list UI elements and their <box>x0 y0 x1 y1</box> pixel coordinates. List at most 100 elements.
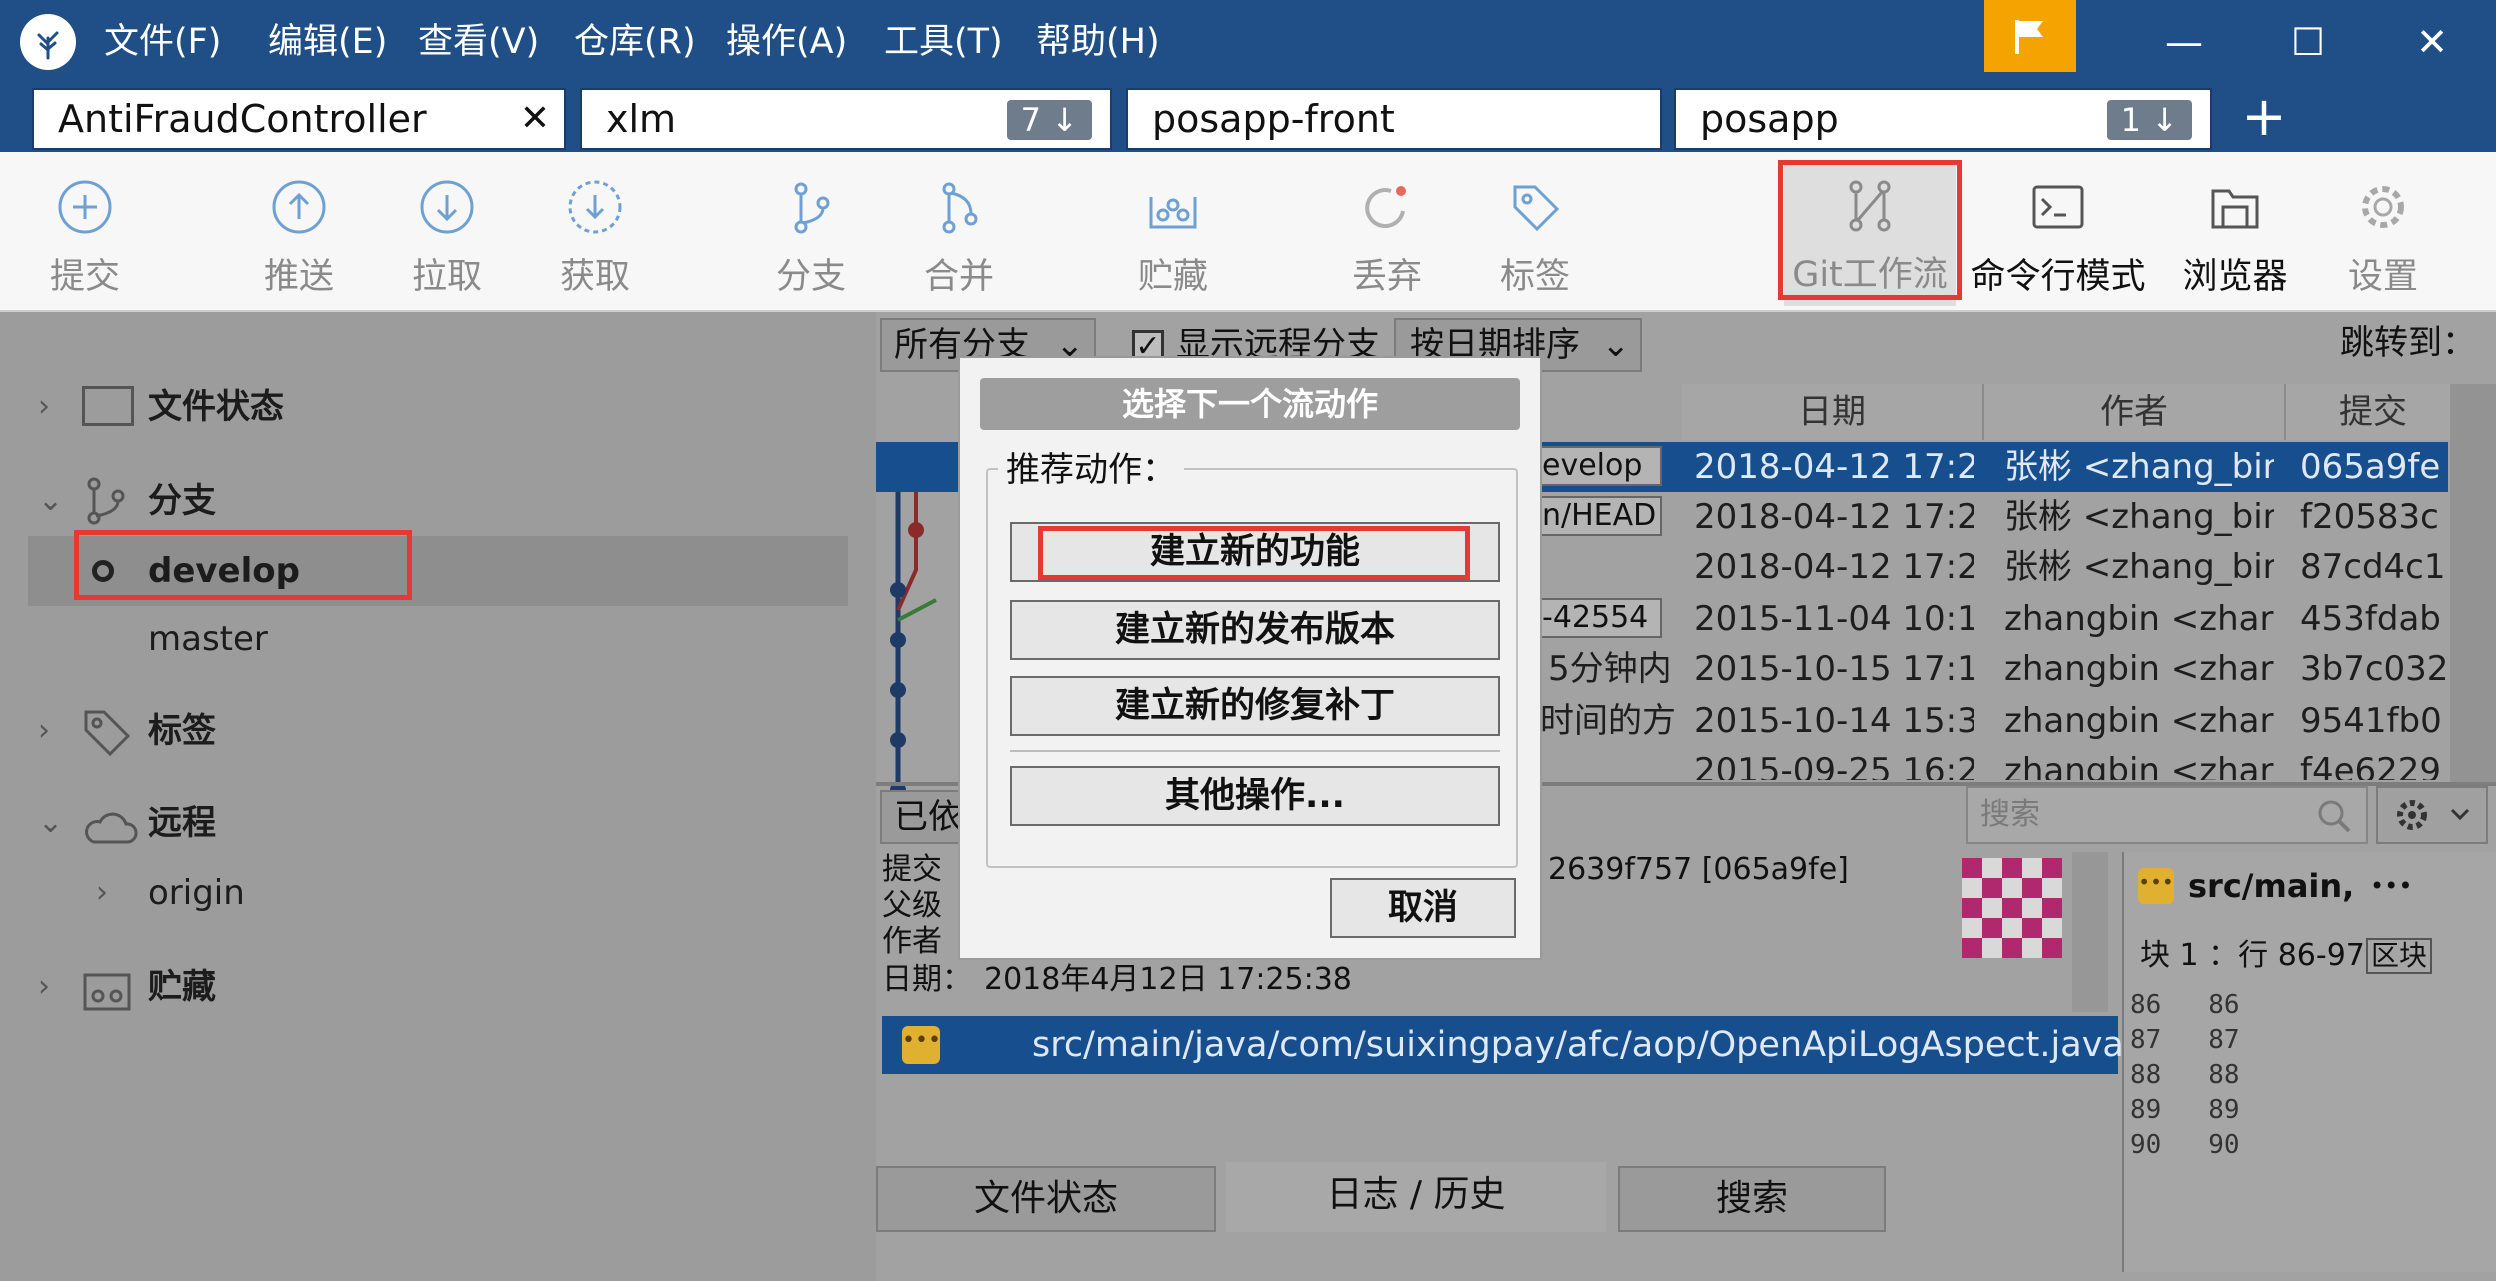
column-header-date[interactable]: 日期 <box>1682 384 1984 440</box>
commit-hash: 3b7c032 <box>2300 649 2449 689</box>
diff-panel: ••• src/main, ••• 块 1 ：行 86-97 区块 86 86 … <box>2122 852 2496 1272</box>
close-window-button[interactable]: ✕ <box>2372 0 2492 84</box>
settings-label: 设置 <box>2347 257 2418 297</box>
menu-actions[interactable]: 操作(A) <box>726 14 847 70</box>
chevron-down-icon: ⌄ <box>38 483 64 518</box>
merge-button[interactable]: 合并 <box>904 172 1014 302</box>
line-number-row: 90 90 <box>2130 1130 2240 1160</box>
commit-author: zhangbin <zhar <box>2004 649 2274 689</box>
sidebar-item-origin[interactable]: › origin <box>0 858 872 928</box>
menu-view[interactable]: 查看(V) <box>418 14 539 70</box>
fetch-button[interactable]: 获取 <box>540 172 650 302</box>
sidebar-section-tags[interactable]: › 标签 <box>0 696 872 766</box>
diff-file-name: src/main, <box>2188 867 2355 905</box>
stash-label: 贮藏 <box>1137 257 1208 297</box>
detail-label-parent: 父级 <box>882 888 942 923</box>
close-tab-icon[interactable]: ✕ <box>520 90 550 148</box>
chevron-right-icon: › <box>38 969 50 1004</box>
detail-label-commit: 提交 <box>882 852 942 887</box>
tab-posapp[interactable]: posapp 1 ↓ <box>1674 88 2212 150</box>
commit-hash: f20583c <box>2300 497 2439 537</box>
merge-label: 合并 <box>923 257 994 297</box>
tab-label: posapp-front <box>1152 97 1395 141</box>
sidebar: › 文件状态 ⌄ 分支 develop master › 标签 ⌄ 远程 › o… <box>0 312 872 1281</box>
menu-repository[interactable]: 仓库(R) <box>574 14 696 70</box>
chevron-right-icon: › <box>38 713 50 748</box>
tab-posapp-front[interactable]: posapp-front <box>1126 88 1662 150</box>
commit-date: 2018-04-12 17:2 <box>1694 497 1974 537</box>
more-options-icon[interactable]: ••• <box>2370 862 2412 910</box>
commit-date: 2018-04-12 17:2 <box>1694 547 1974 587</box>
branch-icon <box>761 172 861 242</box>
menu-help[interactable]: 帮助(H) <box>1036 14 1160 70</box>
detail-scrollbar[interactable] <box>2072 852 2108 1012</box>
create-hotfix-button[interactable]: 建立新的修复补丁 <box>1010 676 1500 736</box>
commit-date-full: 2018年4月12日 17:25:38 <box>984 962 1352 997</box>
tab-log-history[interactable]: 日志 / 历史 <box>1226 1162 1606 1232</box>
commit-label: 提交 <box>49 257 120 297</box>
explorer-button[interactable]: 浏览器 <box>2180 172 2290 302</box>
chevron-down-icon: ⌄ <box>1601 325 1631 365</box>
maximize-button[interactable]: ☐ <box>2248 0 2368 84</box>
tab-label: posapp <box>1700 97 1839 141</box>
sidebar-section-branches[interactable]: ⌄ 分支 <box>0 466 872 536</box>
title-bar: 文件(F) 编辑(E) 查看(V) 仓库(R) 操作(A) 工具(T) 帮助(H… <box>0 0 2496 152</box>
tab-label: xlm <box>606 97 677 141</box>
pull-button[interactable]: 拉取 <box>392 172 502 302</box>
hunk-header: 块 1 ：行 86-97 <box>2140 938 2365 973</box>
minimize-button[interactable]: — <box>2124 0 2244 84</box>
sidebar-section-stash[interactable]: › 贮藏 <box>0 952 872 1022</box>
commit-hash: 065a9fe <box>2300 447 2441 487</box>
column-header-author[interactable]: 作者 <box>1984 384 2286 440</box>
flag-icon[interactable] <box>1984 0 2076 72</box>
create-feature-highlight <box>1038 526 1470 580</box>
column-header-commit[interactable]: 提交 <box>2286 384 2462 440</box>
other-actions-button[interactable]: 其他操作... <box>1010 766 1500 826</box>
arrow-up-circle-icon <box>249 172 349 242</box>
modified-file-icon: ••• <box>2138 868 2174 904</box>
changed-file-row[interactable]: ••• src/main/java/com/suixingpay/afc/aop… <box>882 1016 2124 1074</box>
tag-button[interactable]: 标签 <box>1480 172 1590 302</box>
commit-button[interactable]: 提交 <box>30 172 140 302</box>
commit-author: zhangbin <zhar <box>2004 599 2274 639</box>
fetch-icon <box>545 172 645 242</box>
tag-icon <box>82 708 132 782</box>
modified-file-icon: ••• <box>902 1026 941 1064</box>
push-button[interactable]: 推送 <box>244 172 354 302</box>
develop-highlight <box>74 530 412 600</box>
history-scrollbar[interactable] <box>2450 384 2496 784</box>
menu-file[interactable]: 文件(F) <box>104 14 221 70</box>
menu-tools[interactable]: 工具(T) <box>884 14 1003 70</box>
sidebar-item-file-status[interactable]: › 文件状态 <box>0 372 872 442</box>
tab-antifraudcontroller[interactable]: AntiFraudController ✕ <box>32 88 566 150</box>
commit-author: 张彬 <zhang_bir <box>2004 447 2274 487</box>
pull-count-badge: 1 ↓ <box>2106 100 2192 140</box>
pull-count-badge: 7 ↓ <box>1006 100 1092 140</box>
sidebar-section-remotes[interactable]: ⌄ 远程 <box>0 788 872 858</box>
tab-search[interactable]: 搜索 <box>1618 1166 1886 1232</box>
discard-button[interactable]: 丢弃 <box>1332 172 1442 302</box>
settings-button[interactable]: 设置 <box>2328 172 2438 302</box>
cancel-button[interactable]: 取消 <box>1330 878 1516 938</box>
branch-button[interactable]: 分支 <box>756 172 866 302</box>
discard-icon <box>1337 172 1437 242</box>
commit-message: 5分钟内 <box>1548 649 1672 689</box>
arrow-down-circle-icon <box>397 172 497 242</box>
stash-button[interactable]: 贮藏 <box>1118 172 1228 302</box>
new-tab-button[interactable]: + <box>2234 84 2294 150</box>
tab-file-status[interactable]: 文件状态 <box>876 1166 1216 1232</box>
commit-hash: 9541fb0 <box>2300 701 2442 741</box>
plus-circle-icon <box>35 172 135 242</box>
remote-name: origin <box>148 873 245 913</box>
terminal-button[interactable]: 命令行模式 <box>1968 172 2148 302</box>
commit-author: zhangbin <zhar <box>2004 701 2274 741</box>
search-input[interactable]: 搜索 <box>1966 786 2368 844</box>
sidebar-item-master[interactable]: master <box>0 604 872 674</box>
tab-xlm[interactable]: xlm 7 ↓ <box>580 88 1112 150</box>
hunk-action-button[interactable]: 区块 <box>2366 938 2432 974</box>
menu-edit[interactable]: 编辑(E) <box>268 14 387 70</box>
tag-label: 标签 <box>1499 257 1570 297</box>
tag-label-chip: -42554 <box>1536 598 1662 638</box>
options-dropdown[interactable] <box>2376 786 2488 844</box>
create-release-button[interactable]: 建立新的发布版本 <box>1010 600 1500 660</box>
